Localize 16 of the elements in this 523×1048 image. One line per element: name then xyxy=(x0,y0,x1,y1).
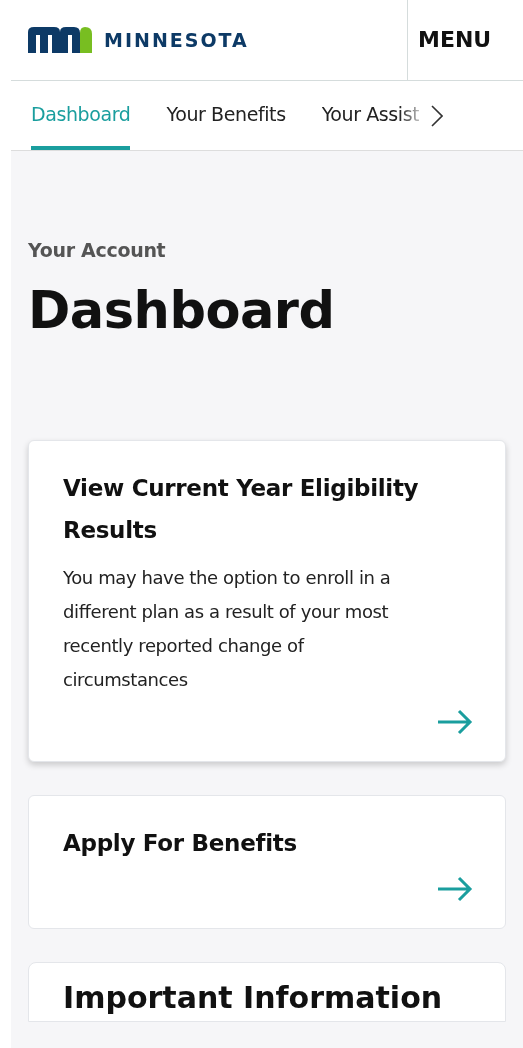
dashboard-card[interactable]: Important Information xyxy=(28,962,506,1022)
dashboard-card[interactable]: Apply For Benefits xyxy=(28,795,506,929)
page-title: Dashboard xyxy=(28,281,336,340)
nav-tab[interactable]: Your Assist xyxy=(321,81,420,150)
card-title: View Current Year Eligibility Results xyxy=(63,474,420,545)
logo-wordmark: MINNESOTA xyxy=(104,29,249,51)
card-description: You may have the option to enroll in a different plan as a result of your most recently reported change of circumstances xyxy=(63,566,392,692)
chevron-right-icon[interactable] xyxy=(431,104,444,127)
arrow-right-icon[interactable] xyxy=(437,709,473,735)
card-title: Important Information xyxy=(63,979,444,1017)
logo-icon xyxy=(28,26,92,54)
card-title: Apply For Benefits xyxy=(63,829,298,858)
breadcrumb: Your Account xyxy=(28,239,167,261)
dashboard-card[interactable]: View Current Year Eligibility Results You may have the option to enroll in a different plan as a result of your most recently reported change of circumstances xyxy=(28,440,506,762)
nav-tab[interactable]: Your Benefits xyxy=(166,81,286,150)
arrow-right-icon[interactable] xyxy=(437,876,473,902)
